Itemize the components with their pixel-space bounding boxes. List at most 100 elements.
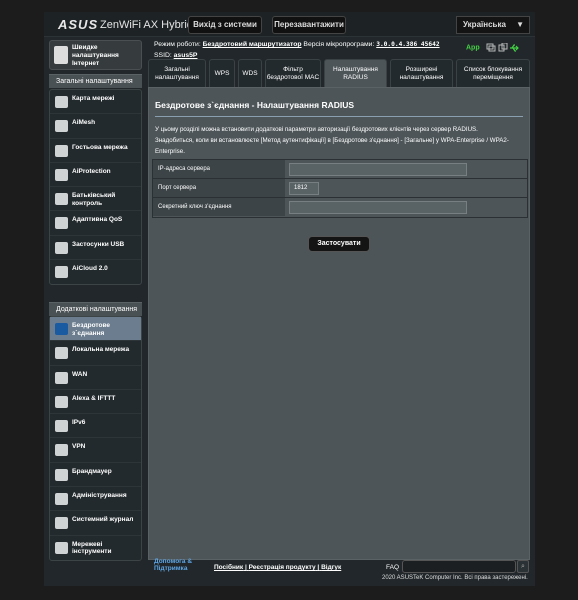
tools-icon xyxy=(55,541,68,554)
sidebar-item-wan[interactable]: WAN xyxy=(50,366,141,390)
server-ip-row: IP-адреса сервера xyxy=(153,160,527,179)
alexa-icon xyxy=(55,395,68,408)
description: У цьому розділі можна встановити додатко… xyxy=(155,124,525,157)
server-ip-input[interactable] xyxy=(289,163,467,176)
sidebar-item-lan[interactable]: Локальна мережа xyxy=(50,341,141,366)
separator: | xyxy=(317,564,320,571)
register-link[interactable]: Реєстрація продукту xyxy=(249,564,316,571)
footer-links: Посібник | Реєстрація продукту | Відгук xyxy=(214,564,341,571)
tab-bar: Загальні налаштування WPS WDS Фільтр без… xyxy=(148,59,530,87)
server-port-input[interactable]: 1812 xyxy=(289,182,319,195)
wireless-icon xyxy=(55,323,68,335)
usb-icon[interactable] xyxy=(509,43,520,52)
admin-icon xyxy=(55,493,68,506)
sidebar-item-label: AiCloud 2.0 xyxy=(72,265,108,273)
apply-button[interactable]: Застосувати xyxy=(308,236,370,252)
sidebar-item-aiprotection[interactable]: AiProtection xyxy=(50,163,141,188)
sidebar-item-label: Батьківський контроль xyxy=(72,192,116,207)
sidebar-item-ipv6[interactable]: IPv6 xyxy=(50,414,141,439)
tab-wps[interactable]: WPS xyxy=(209,59,235,87)
secret-key-input[interactable] xyxy=(289,201,467,214)
secret-key-row: Секретний ключ з'єднання xyxy=(153,198,527,217)
firmware-value[interactable]: 3.0.0.4.386_45642 xyxy=(376,41,439,48)
general-section-header: Загальні налаштування xyxy=(49,74,142,88)
copy-icon[interactable] xyxy=(498,42,508,52)
sidebar-item-label: Системний журнал xyxy=(72,516,134,524)
mode-value[interactable]: Бездротовий маршрутизатор xyxy=(203,41,302,48)
description-line-1: У цьому розділі можна встановити додатко… xyxy=(155,126,478,133)
sidebar-item-label: AiProtection xyxy=(72,167,111,175)
quick-setup-label: Швидке налаштування Інтернет xyxy=(72,44,119,67)
divider xyxy=(155,116,523,117)
sidebar-item-vpn[interactable]: VPN xyxy=(50,438,141,463)
globe-icon xyxy=(55,371,68,384)
tab-radius[interactable]: Налаштування RADIUS xyxy=(324,59,387,87)
radius-settings-table: IP-адреса сервера Порт сервера 1812 Секр… xyxy=(152,159,528,218)
firewall-icon xyxy=(55,468,68,481)
mode-label: Режим роботи: xyxy=(154,41,201,48)
reboot-button[interactable]: Перезавантажити xyxy=(272,16,346,34)
advanced-section-header: Додаткові налаштування xyxy=(49,302,142,316)
lan-icon xyxy=(55,347,68,360)
server-port-row: Порт сервера 1812 xyxy=(153,179,527,198)
sidebar-item-label: AiMesh xyxy=(72,119,96,127)
sidebar-item-alexa-ifttt[interactable]: Alexa & IFTTT xyxy=(50,390,141,415)
sidebar-item-label: VPN xyxy=(72,443,86,451)
sidebar-item-label: Адаптивна QoS xyxy=(72,216,123,224)
sidebar-item-aicloud[interactable]: AiCloud 2.0 xyxy=(50,260,141,284)
quick-setup-icon xyxy=(54,46,68,64)
log-icon xyxy=(55,517,68,530)
usb-apps-icon xyxy=(55,241,68,254)
sidebar-item-guest-network[interactable]: Гостьова мережа xyxy=(50,139,141,163)
model-name: ZenWiFi AX Hybrid xyxy=(100,19,193,31)
sidebar-item-system-log[interactable]: Системний журнал xyxy=(50,511,141,536)
tab-professional[interactable]: Розширені налаштування xyxy=(390,59,453,87)
parental-control-icon xyxy=(55,193,68,206)
client-status-icon[interactable] xyxy=(486,43,496,52)
server-port-label: Порт сервера xyxy=(153,179,285,197)
faq-search-input[interactable] xyxy=(402,560,516,573)
tab-mac-filter[interactable]: Фільтр бездротової MAC xyxy=(265,59,321,87)
top-bar: ASUS ZenWiFi AX Hybrid Вихід з системи П… xyxy=(44,12,535,37)
help-support-link[interactable]: Допомога & Підтримка xyxy=(154,558,210,572)
radius-panel: Бездротове з`єднання - Налаштування RADI… xyxy=(148,87,530,560)
feedback-link[interactable]: Відгук xyxy=(321,564,341,571)
sidebar-item-label: IPv6 xyxy=(72,419,86,427)
sidebar-item-wireless[interactable]: Бездротове з`єднання xyxy=(50,317,141,342)
copyright: 2020 ASUSTeK Computer Inc. Всі права зас… xyxy=(382,575,528,581)
sidebar-item-administration[interactable]: Адміністрування xyxy=(50,487,141,512)
server-ip-label: IP-адреса сервера xyxy=(153,160,285,178)
sidebar-item-qos[interactable]: Адаптивна QoS xyxy=(50,211,141,236)
asus-logo: ASUS xyxy=(58,17,99,32)
chevron-down-icon: ▼ xyxy=(516,20,524,29)
advanced-nav: Бездротове з`єднання Локальна мережа WAN… xyxy=(49,316,142,561)
sidebar-item-parental-control[interactable]: Батьківський контроль xyxy=(50,187,141,212)
vpn-icon xyxy=(55,444,68,457)
sidebar-item-aimesh[interactable]: AiMesh xyxy=(50,114,141,139)
sidebar-item-firewall[interactable]: Брандмауер xyxy=(50,463,141,488)
network-map-icon xyxy=(55,96,68,108)
logout-button[interactable]: Вихід з системи xyxy=(188,16,262,34)
sidebar-item-label: Гостьова мережа xyxy=(72,143,128,151)
app-link[interactable]: App xyxy=(466,44,480,51)
sidebar-item-network-map[interactable]: Карта мережі xyxy=(50,90,141,115)
sidebar-item-label: Бездротове з`єднання xyxy=(72,322,111,337)
language-select[interactable]: Українська ▼ xyxy=(456,16,530,34)
general-nav: Карта мережі AiMesh Гостьова мережа AiPr… xyxy=(49,89,142,286)
ssid-value[interactable]: asus5P xyxy=(174,52,198,59)
cloud-icon xyxy=(55,266,68,279)
tab-wds[interactable]: WDS xyxy=(238,59,262,87)
tab-roaming-block[interactable]: Список блокування переміщення xyxy=(456,59,530,87)
aimesh-icon xyxy=(55,120,68,133)
sidebar-item-label: Адміністрування xyxy=(72,492,127,500)
manual-link[interactable]: Посібник xyxy=(214,564,243,571)
faq-label: FAQ xyxy=(386,564,400,571)
sidebar-item-usb-apps[interactable]: Застосунки USB xyxy=(50,236,141,261)
sidebar-item-label: Застосунки USB xyxy=(72,240,125,248)
quick-setup-button[interactable]: Швидке налаштування Інтернет xyxy=(49,40,142,70)
top-icons: App xyxy=(466,42,520,52)
tab-general[interactable]: Загальні налаштування xyxy=(148,59,206,87)
search-icon[interactable]: ⌕ xyxy=(517,560,529,573)
sidebar-item-network-tools[interactable]: Мережеві інструменти xyxy=(50,536,141,560)
sidebar-item-label: Карта мережі xyxy=(72,95,115,102)
